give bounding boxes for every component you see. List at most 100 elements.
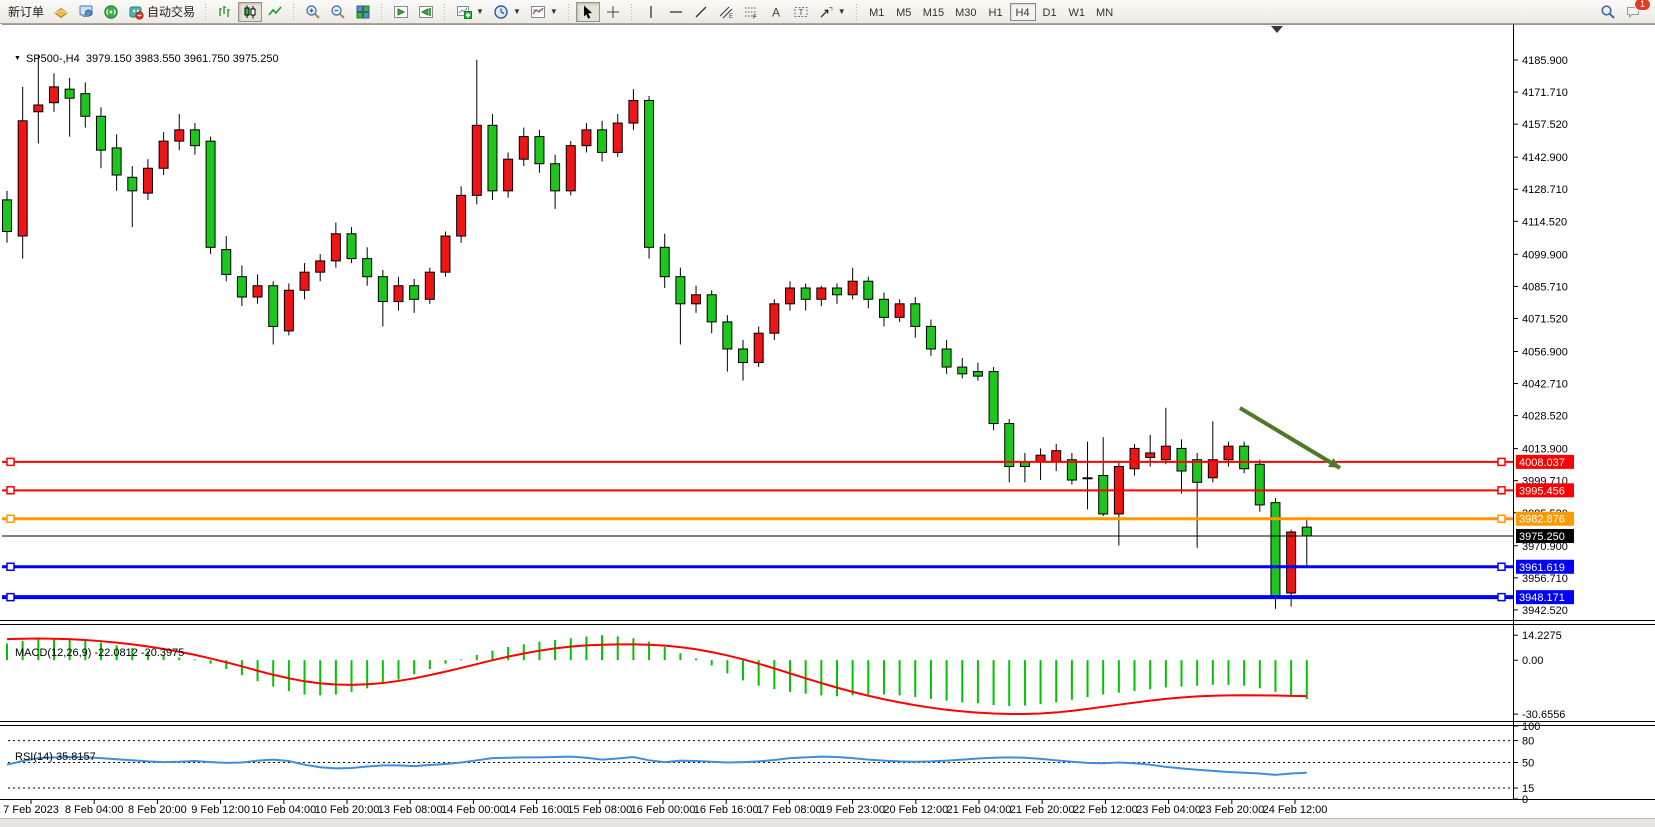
svg-text:4099.900: 4099.900 (1522, 249, 1568, 261)
horizontal-line-button[interactable] (664, 2, 688, 22)
chart-title: ▼SP500-,H4 3979.150 3983.550 3961.750 39… (14, 53, 279, 65)
tab-timeframe-d1[interactable]: D1 (1037, 3, 1063, 21)
candle-body (363, 259, 372, 277)
text-label-icon: T (793, 4, 809, 20)
svg-text:23 Feb 20:00: 23 Feb 20:00 (1199, 804, 1264, 816)
chart-canvas[interactable]: 4185.9004171.7104157.5204142.9004128.710… (0, 24, 1655, 826)
candle-body (112, 148, 121, 175)
candle-body (1146, 453, 1155, 458)
vertical-line-button[interactable] (639, 2, 663, 22)
candle-body (942, 349, 951, 367)
candle-body (1302, 527, 1311, 536)
market-watch-button[interactable] (74, 2, 98, 22)
tab-timeframe-m15[interactable]: M15 (918, 3, 949, 21)
candle-body (410, 286, 419, 300)
candle-body (425, 272, 434, 299)
signals-button[interactable] (99, 2, 123, 22)
tab-timeframe-m5[interactable]: M5 (891, 3, 917, 21)
zoom-in-button[interactable] (301, 2, 325, 22)
zoom-in-icon (305, 4, 321, 20)
line-handle (1498, 594, 1505, 601)
candle-body (159, 141, 168, 168)
candle-body (754, 333, 763, 362)
equidistant-channel-icon: E (718, 4, 734, 20)
svg-text:10 Feb 04:00: 10 Feb 04:00 (251, 804, 316, 816)
fibonacci-button[interactable]: F (739, 2, 763, 22)
periods-button[interactable]: ▼ (489, 2, 525, 22)
tab-timeframe-m1[interactable]: M1 (864, 3, 890, 21)
candle-body (770, 304, 779, 333)
line-chart-icon (267, 4, 283, 20)
search-button[interactable] (1596, 2, 1620, 22)
bar-chart-icon (217, 4, 233, 20)
svg-text:4114.520: 4114.520 (1522, 216, 1567, 228)
svg-text:15 Feb 08:00: 15 Feb 08:00 (567, 804, 632, 816)
crosshair-button[interactable] (601, 2, 625, 22)
candle-body (879, 299, 888, 317)
candle-body (65, 89, 74, 98)
crosshair-icon (605, 4, 621, 20)
candle-body (1287, 532, 1296, 593)
toolbar-grip (855, 4, 859, 20)
indicators-button[interactable]: ▼ (452, 2, 488, 22)
label-button[interactable]: T (789, 2, 813, 22)
toolbar-grip (630, 4, 634, 20)
svg-text:4157.520: 4157.520 (1522, 119, 1568, 131)
notifications-button[interactable]: 1 (1621, 2, 1645, 22)
svg-text:4128.710: 4128.710 (1522, 184, 1568, 196)
shapes-button[interactable]: ▼ (814, 2, 850, 22)
market-depth-button[interactable] (49, 2, 73, 22)
tab-timeframe-mn[interactable]: MN (1091, 3, 1118, 21)
text-button[interactable]: A (764, 2, 788, 22)
candle-body (18, 121, 27, 236)
line-chart-button[interactable] (263, 2, 287, 22)
cursor-button[interactable] (576, 2, 600, 22)
svg-text:13 Feb 08:00: 13 Feb 08:00 (378, 804, 443, 816)
candle-body (284, 290, 293, 331)
tab-timeframe-w1[interactable]: W1 (1064, 3, 1091, 21)
new-order-button[interactable]: 新订单 (4, 2, 48, 22)
tab-timeframe-m30[interactable]: M30 (950, 3, 981, 21)
candle-body (143, 168, 152, 193)
svg-text:3956.710: 3956.710 (1522, 573, 1568, 585)
chart-shift-icon (418, 4, 434, 20)
candle-body (1099, 476, 1108, 514)
svg-text:T: T (798, 8, 803, 17)
auto-trading-button[interactable]: 自动交易 (124, 2, 199, 22)
svg-text:4028.520: 4028.520 (1522, 411, 1568, 423)
bar-chart-button[interactable] (213, 2, 237, 22)
chart-shift-button[interactable] (414, 2, 438, 22)
channel-button[interactable]: E (714, 2, 738, 22)
toolbar-grip (380, 4, 384, 20)
line-handle (7, 563, 14, 570)
line-handle (1498, 487, 1505, 494)
svg-text:17 Feb 08:00: 17 Feb 08:00 (757, 804, 822, 816)
auto-trading-label: 自动交易 (147, 3, 195, 20)
zoom-out-button[interactable] (326, 2, 350, 22)
candle-body (316, 261, 325, 272)
svg-text:10 Feb 20:00: 10 Feb 20:00 (315, 804, 380, 816)
candle-body (676, 277, 685, 304)
vertical-line-icon (643, 4, 659, 20)
auto-scroll-button[interactable] (389, 2, 413, 22)
candle-body (175, 130, 184, 141)
candlestick-chart-button[interactable] (238, 2, 262, 22)
fibonacci-icon: F (743, 4, 759, 20)
trading-platform-window: { "toolbar": { "new_order_label": "新订单",… (0, 0, 1655, 826)
svg-text:14 Feb 16:00: 14 Feb 16:00 (504, 804, 569, 816)
candle-body (1161, 446, 1170, 460)
trendline-button[interactable] (689, 2, 713, 22)
svg-text:4185.900: 4185.900 (1522, 55, 1568, 67)
trendline-icon (693, 4, 709, 20)
templates-button[interactable]: ▼ (526, 2, 562, 22)
candle-body (739, 349, 748, 363)
svg-text:F: F (753, 15, 757, 20)
svg-text:23 Feb 04:00: 23 Feb 04:00 (1136, 804, 1201, 816)
svg-text:4013.900: 4013.900 (1522, 444, 1568, 456)
candle-body (488, 125, 497, 191)
dropdown-caret-icon: ▼ (550, 7, 558, 16)
candle-body (519, 137, 528, 160)
tab-timeframe-h1[interactable]: H1 (983, 3, 1009, 21)
tile-windows-button[interactable] (351, 2, 375, 22)
tab-timeframe-h4[interactable]: H4 (1010, 3, 1036, 21)
